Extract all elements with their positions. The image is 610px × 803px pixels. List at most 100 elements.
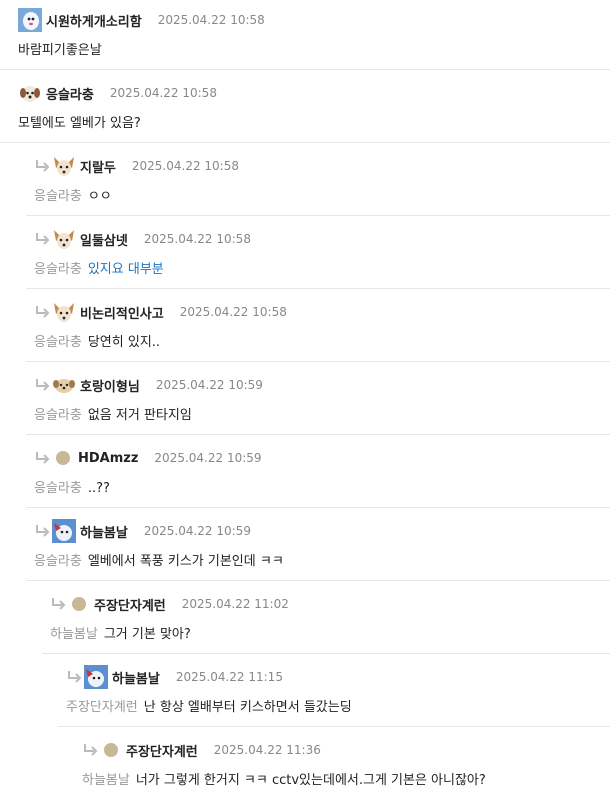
divider (58, 726, 610, 727)
comment-date: 2025.04.22 10:58 (157, 13, 265, 27)
comment-date: 2025.04.22 11:02 (181, 597, 289, 611)
comment-text: 당연히 있지.. (87, 335, 161, 350)
comment-header: 비논리적인사고 2025.04.22 10:58 (34, 300, 287, 324)
comment-text: 그거 기본 맞아? (103, 627, 191, 642)
reply-item: 주장단자계런 2025.04.22 11:02 하늘봄날 그거 기본 맞아? (0, 584, 610, 657)
comment-text: 있지요 대부분 (87, 262, 164, 277)
comment-body: 응슬라충 엘베에서 폭풍 키스가 기본인데 ㅋㅋ (34, 550, 284, 569)
comment-body: 응슬라충 없음 저거 판타지임 (34, 404, 192, 423)
comment-header: 지랄두 2025.04.22 10:58 (34, 154, 239, 178)
mention-target[interactable]: 응슬라충 (34, 408, 82, 423)
comment-body: 바람피기좋은날 (18, 39, 102, 58)
chihuahua-icon (52, 154, 76, 178)
reply-item: 비논리적인사고 2025.04.22 10:58 응슬라충 당연히 있지.. (0, 292, 610, 365)
comment-text: 너가 그렇게 한거지 ㅋㅋ cctv있는데에서.그게 기본은 아니잖아? (135, 773, 486, 788)
reply-item: 하늘봄날 2025.04.22 10:59 응슬라충 엘베에서 폭풍 키스가 기본… (0, 511, 610, 584)
author-nickname[interactable]: 호랑이형님 (80, 376, 140, 395)
comment-text: ㅇㅇ (87, 189, 112, 204)
comment-date: 2025.04.22 11:36 (213, 743, 321, 757)
author-nickname[interactable]: 일둘삼넷 (80, 230, 128, 249)
reply-arrow-icon (84, 744, 98, 756)
comment-item: 시원하게개소리함 2025.04.22 10:58 바람피기좋은날 (0, 0, 610, 73)
comment-body: 하늘봄날 너가 그렇게 한거지 ㅋㅋ cctv있는데에서.그게 기본은 아니잖아? (82, 769, 486, 788)
author-nickname[interactable]: 지랄두 (80, 157, 116, 176)
mention-target[interactable]: 응슬라충 (34, 262, 82, 277)
comment-text: 난 항상 엘배부터 키스하면서 들갔는딩 (143, 700, 352, 715)
comment-body: 응슬라충..?? (34, 477, 110, 496)
comment-text: ..?? (87, 481, 110, 496)
mention-target[interactable]: 응슬라충 (34, 481, 82, 496)
comment-body: 모텔에도 엘베가 있음? (18, 112, 141, 131)
comment-date: 2025.04.22 10:59 (154, 451, 262, 465)
comment-header: 호랑이형님 2025.04.22 10:59 (34, 373, 263, 397)
comment-date: 2025.04.22 10:58 (143, 232, 251, 246)
default-avatar-icon[interactable] (104, 743, 118, 757)
author-nickname[interactable]: 하늘봄날 (80, 522, 128, 541)
author-nickname[interactable]: 주장단자계런 (94, 595, 166, 614)
comment-text: 모텔에도 엘베가 있음? (18, 116, 141, 131)
author-nickname[interactable]: 주장단자계런 (126, 741, 198, 760)
divider (26, 580, 610, 581)
reply-item: HDAmzz 2025.04.22 10:59 응슬라충..?? (0, 438, 610, 511)
comment-header: 하늘봄날 2025.04.22 10:59 (34, 519, 251, 543)
chihuahua-icon (52, 300, 76, 324)
reply-arrow-icon (36, 525, 50, 537)
comment-header: 주장단자계런 2025.04.22 11:02 (50, 594, 289, 614)
divider (26, 434, 610, 435)
divider (0, 69, 610, 70)
comment-text: 바람피기좋은날 (18, 43, 102, 58)
mention-target[interactable]: 응슬라충 (34, 554, 82, 569)
avatar[interactable] (18, 8, 42, 32)
author-nickname[interactable]: 비논리적인사고 (80, 303, 164, 322)
author-nickname[interactable]: 응슬라충 (46, 84, 94, 103)
reply-arrow-icon (36, 233, 50, 245)
mention-target[interactable]: 응슬라충 (34, 335, 82, 350)
comment-body: 주장단자계런 난 항상 엘배부터 키스하면서 들갔는딩 (66, 696, 352, 715)
comment-body: 응슬라충 ㅇㅇ (34, 185, 112, 204)
puppy-icon (52, 373, 76, 397)
sky-bird-icon (52, 519, 76, 543)
white-dog-icon (18, 81, 42, 105)
avatar[interactable] (84, 665, 108, 689)
reply-arrow-icon (68, 671, 82, 683)
comment-text: 없음 저거 판타지임 (87, 408, 192, 423)
mention-target[interactable]: 응슬라충 (34, 189, 82, 204)
default-avatar-icon[interactable] (72, 597, 86, 611)
divider (26, 215, 610, 216)
comment-header: 시원하게개소리함 2025.04.22 10:58 (18, 8, 265, 32)
mention-target[interactable]: 주장단자계런 (66, 700, 138, 715)
author-nickname[interactable]: HDAmzz (78, 451, 138, 466)
divider (26, 361, 610, 362)
avatar[interactable] (52, 154, 76, 178)
avatar[interactable] (52, 300, 76, 324)
sky-bird-icon (84, 665, 108, 689)
mention-target[interactable]: 하늘봄날 (82, 773, 130, 788)
reply-arrow-icon (52, 598, 66, 610)
comment-header: 일둘삼넷 2025.04.22 10:58 (34, 227, 251, 251)
divider (26, 288, 610, 289)
avatar[interactable] (52, 373, 76, 397)
avatar[interactable] (52, 519, 76, 543)
divider (42, 653, 610, 654)
comment-header: HDAmzz 2025.04.22 10:59 (34, 448, 262, 468)
reply-item: 지랄두 2025.04.22 10:58 응슬라충 ㅇㅇ (0, 146, 610, 219)
comment-date: 2025.04.22 10:59 (143, 524, 251, 538)
avatar[interactable] (18, 81, 42, 105)
comment-body: 하늘봄날 그거 기본 맞아? (50, 623, 191, 642)
comment-date: 2025.04.22 10:58 (179, 305, 287, 319)
reply-item: 호랑이형님 2025.04.22 10:59 응슬라충 없음 저거 판타지임 (0, 365, 610, 438)
comment-header: 주장단자계런 2025.04.22 11:36 (82, 740, 321, 760)
reply-arrow-icon (36, 379, 50, 391)
author-nickname[interactable]: 하늘봄날 (112, 668, 160, 687)
reply-arrow-icon (36, 306, 50, 318)
default-avatar-icon[interactable] (56, 451, 70, 465)
author-nickname[interactable]: 시원하게개소리함 (46, 11, 142, 30)
comment-header: 응슬라충 2025.04.22 10:58 (18, 81, 217, 105)
mention-target[interactable]: 하늘봄날 (50, 627, 98, 642)
reply-arrow-icon (36, 452, 50, 464)
ghost-bird-icon (18, 8, 42, 32)
avatar[interactable] (52, 227, 76, 251)
reply-item: 하늘봄날 2025.04.22 11:15 주장단자계런 난 항상 엘배부터 키스… (0, 657, 610, 730)
divider (0, 142, 610, 143)
comment-body: 응슬라충 있지요 대부분 (34, 258, 164, 277)
